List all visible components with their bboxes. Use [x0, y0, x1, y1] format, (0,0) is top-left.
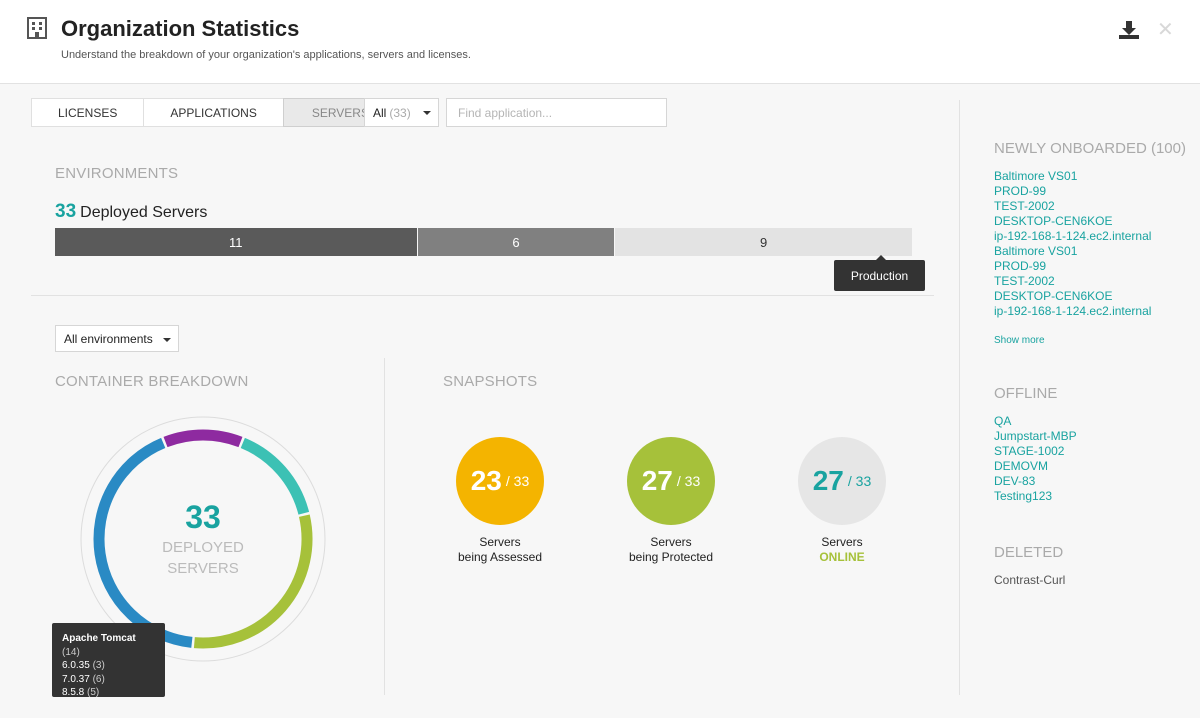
filter-select[interactable]: All (33) [364, 98, 439, 127]
newly-onboarded-item[interactable]: ip-192-168-1-124.ec2.internal [994, 229, 1151, 244]
snapshot-online-label: Servers ONLINE [772, 535, 912, 565]
donut-count: 33 [185, 499, 221, 535]
deleted-item: Contrast-Curl [994, 573, 1066, 587]
tooltip-version-count: (3) [92, 660, 105, 671]
environment-selected: All environments [64, 331, 153, 346]
snapshot-label-line2: being Protected [628, 550, 714, 564]
snapshot-label-line1: Servers [821, 535, 863, 549]
tab-licenses[interactable]: LICENSES [32, 99, 145, 126]
snapshot-protected-circle: 27/ 33 [627, 437, 715, 525]
offline-list: QA Jumpstart-MBP STAGE-1002 DEMOVM DEV-83 Tes… [994, 414, 1077, 504]
divider [31, 295, 934, 296]
newly-onboarded-item[interactable]: Baltimore VS01 [994, 244, 1151, 259]
snapshot-label-line2: being Assessed [457, 550, 543, 564]
snapshot-total: / 33 [676, 473, 701, 489]
header: Organization Statistics Understand the b… [0, 0, 1200, 84]
newly-onboarded-item[interactable]: Baltimore VS01 [994, 169, 1151, 184]
chevron-down-icon [163, 338, 171, 342]
offline-item[interactable]: DEMOVM [994, 459, 1077, 474]
snapshot-value: 27 [641, 465, 673, 496]
newly-onboarded-list: Baltimore VS01 PROD-99 TEST-2002 DESKTOP-CE… [994, 169, 1151, 319]
snapshots-label: SNAPSHOTS [443, 373, 538, 390]
tab-bar: LICENSES APPLICATIONS SERVERS [31, 98, 398, 127]
tooltip-version-count: (6) [92, 673, 105, 685]
snapshot-online-circle: 27/ 33 [798, 437, 886, 525]
newly-onboarded-item[interactable]: TEST-2002 [994, 199, 1151, 214]
environment-tooltip: Production [834, 255, 925, 291]
page-title: Organization Statistics [61, 16, 300, 41]
snapshot-total: / 33 [847, 473, 872, 489]
offline-item[interactable]: Testing123 [994, 489, 1077, 504]
filter-count: (33) [389, 105, 411, 120]
newly-onboarded-item[interactable]: DESKTOP-CEN6KOE [994, 214, 1151, 229]
offline-item[interactable]: QA [994, 414, 1077, 429]
container-breakdown-label: CONTAINER BREAKDOWN [55, 373, 249, 390]
snapshot-assessed-circle: 23/ 33 [456, 437, 544, 525]
newly-onboarded-label: NEWLY ONBOARDED (100) [994, 140, 1186, 157]
close-icon[interactable]: ✕ [1157, 20, 1174, 40]
newly-onboarded-item[interactable]: TEST-2002 [994, 274, 1151, 289]
donut-label-line2: SERVERS [167, 560, 239, 577]
snapshot-value: 27 [812, 465, 844, 496]
deployed-count: 33 [55, 201, 77, 222]
newly-onboarded-item[interactable]: ip-192-168-1-124.ec2.internal [994, 304, 1151, 319]
donut-center: 33 DEPLOYED SERVERS [80, 497, 326, 579]
snapshot-total: / 33 [505, 473, 530, 489]
show-more-link[interactable]: Show more [994, 335, 1045, 346]
tooltip-version: 7.0.37 [62, 673, 90, 685]
snapshot-protected-label: Servers being Protected [601, 535, 741, 565]
newly-onboarded-item[interactable]: PROD-99 [994, 184, 1151, 199]
snapshot-label-line1: Servers [479, 535, 521, 549]
environment-select[interactable]: All environments [55, 325, 179, 352]
container-tooltip: Apache Tomcat (14) 6.0.35 (3) 7.0.37 (6)… [52, 623, 165, 698]
snapshot-label-line2: ONLINE [819, 550, 865, 564]
tooltip-version-count: (5) [87, 687, 100, 698]
offline-item[interactable]: Jumpstart-MBP [994, 429, 1077, 444]
environments-label: ENVIRONMENTS [55, 165, 179, 182]
snapshot-value: 23 [470, 465, 502, 496]
building-icon [27, 17, 47, 39]
newly-onboarded-item[interactable]: DESKTOP-CEN6KOE [994, 289, 1151, 304]
deployed-servers-heading: 33 Deployed Servers [55, 201, 207, 223]
search-input[interactable] [446, 98, 667, 127]
deployed-label: Deployed Servers [80, 204, 208, 221]
snapshot-assessed-label: Servers being Assessed [430, 535, 570, 565]
page-subtitle: Understand the breakdown of your organiz… [61, 49, 471, 61]
newly-onboarded-item[interactable]: PROD-99 [994, 259, 1151, 274]
environment-segment[interactable]: 6 [417, 228, 615, 256]
divider [959, 100, 960, 695]
offline-label: OFFLINE [994, 385, 1058, 402]
environment-segment[interactable]: 11 [55, 228, 417, 256]
tooltip-version: 8.5.8 [62, 687, 85, 698]
filter-selected: All [373, 105, 387, 120]
tooltip-version: 6.0.35 [62, 660, 90, 671]
offline-item[interactable]: STAGE-1002 [994, 444, 1077, 459]
donut-slice[interactable] [163, 429, 243, 448]
environment-segment[interactable]: 9 [615, 228, 912, 256]
environment-bar: 11 6 9 [55, 228, 912, 256]
snapshot-label-line1: Servers [650, 535, 692, 549]
tab-applications[interactable]: APPLICATIONS [144, 99, 284, 126]
chevron-down-icon [423, 111, 431, 115]
offline-item[interactable]: DEV-83 [994, 474, 1077, 489]
tooltip-name: Apache Tomcat [62, 633, 136, 644]
donut-label-line1: DEPLOYED [162, 539, 244, 556]
divider [384, 358, 385, 695]
deleted-label: DELETED [994, 544, 1064, 561]
download-icon[interactable] [1118, 20, 1140, 40]
tooltip-count: (14) [62, 646, 80, 658]
